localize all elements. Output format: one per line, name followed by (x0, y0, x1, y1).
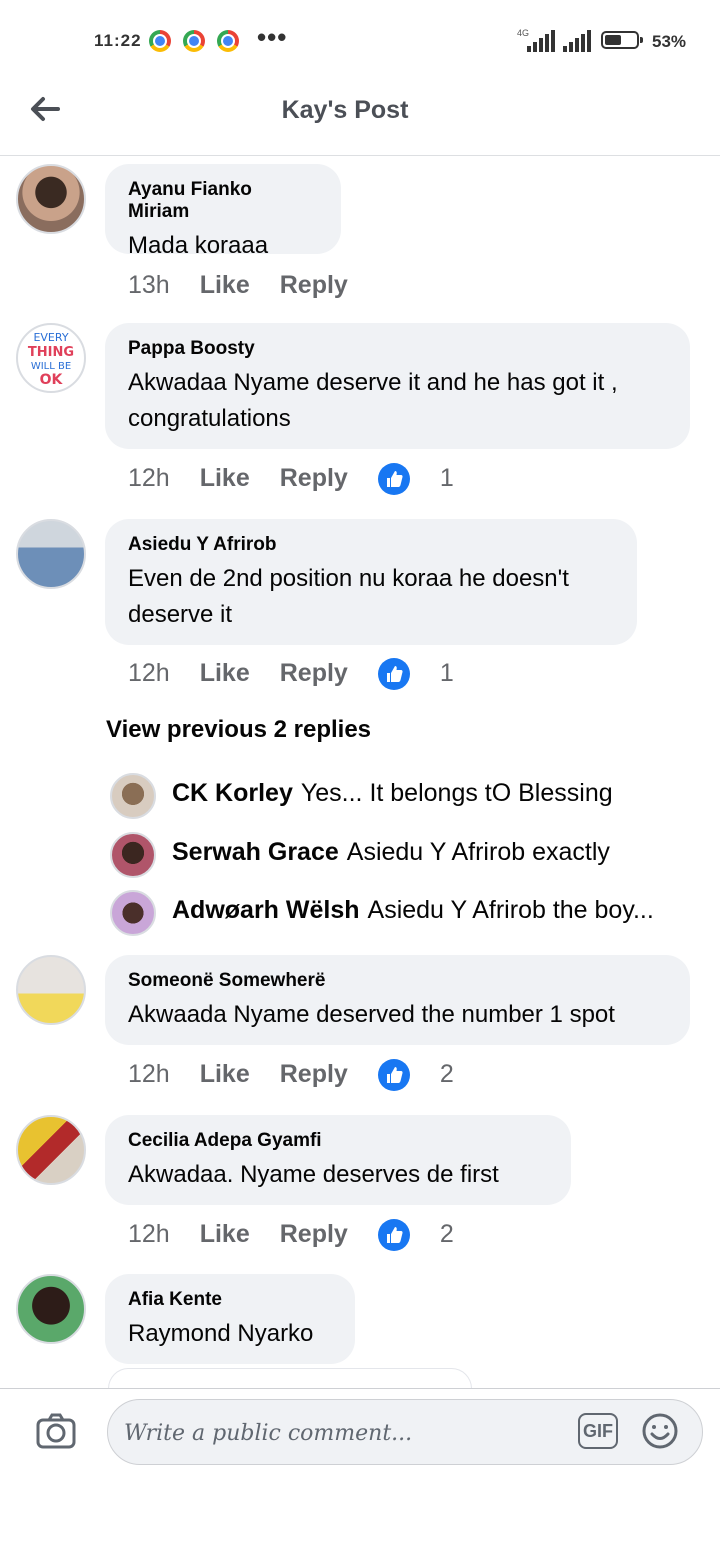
more-notifications-icon: ••• (257, 22, 288, 52)
chrome-icon (183, 30, 205, 52)
like-reaction-icon[interactable] (377, 463, 410, 496)
avatar[interactable] (16, 519, 86, 589)
like-button[interactable]: Like (200, 462, 250, 494)
comment-time: 12h (128, 464, 170, 492)
avatar[interactable] (16, 1115, 86, 1185)
comment-actions: 12h Like Reply 1 (128, 657, 484, 691)
reply-line[interactable]: Adwøarh Wëlsh Asiedu Y Afrirob the boy... (172, 896, 682, 925)
like-reaction-icon[interactable] (377, 658, 410, 691)
avatar[interactable]: EVERY THING WILL BE OK (16, 323, 86, 393)
reply-item: Adwøarh Wëlsh Asiedu Y Afrirob the boy... (0, 890, 720, 936)
comment-text: Akwadaa. Nyame deserves de first (128, 1161, 499, 1188)
battery-icon (601, 31, 643, 49)
avatar[interactable] (16, 955, 86, 1025)
comment-bubble[interactable]: Someonë Somewherë Akwaada Nyame deserved… (105, 955, 690, 1045)
comment-actions: 12h Like Reply 1 (128, 462, 484, 496)
battery-percent: 53% (652, 32, 687, 51)
like-reaction-icon[interactable] (377, 1059, 410, 1092)
reply-line[interactable]: CK Korley Yes... It belongs tO Blessing (172, 779, 682, 808)
svg-text:OK: OK (40, 372, 64, 388)
gif-icon[interactable]: GIF (578, 1413, 618, 1449)
chrome-icon (149, 30, 171, 52)
comment-text: Akwadaa Nyame deserve it and he has got … (128, 369, 618, 432)
like-button[interactable]: Like (200, 1058, 250, 1090)
reply-text: Asiedu Y Afrirob exactly (346, 838, 610, 866)
comment-time: 13h (128, 271, 170, 299)
comment-author[interactable]: Pappa Boosty (128, 338, 667, 360)
view-previous-replies-link[interactable]: View previous 2 replies (106, 716, 371, 744)
comment-bubble[interactable]: Afia Kente Raymond Nyarko (105, 1274, 355, 1364)
signal-icon (563, 30, 591, 52)
svg-text:WILL BE: WILL BE (31, 361, 71, 372)
comment-time: 12h (128, 1220, 170, 1248)
comment-bubble[interactable]: Ayanu Fianko Miriam Mada koraaa (105, 164, 341, 259)
reply-button[interactable]: Reply (280, 269, 348, 301)
avatar[interactable] (110, 890, 156, 936)
like-button[interactable]: Like (200, 657, 250, 689)
top-bar: Kay's Post (0, 80, 720, 156)
comment-author[interactable]: Someonë Somewherë (128, 970, 667, 992)
reaction-count[interactable]: 1 (440, 462, 454, 494)
comment-text: Akwaada Nyame deserved the number 1 spot (128, 1001, 615, 1028)
reaction-count[interactable]: 2 (440, 1218, 454, 1250)
reaction-count[interactable]: 1 (440, 657, 454, 689)
avatar[interactable] (110, 832, 156, 878)
comment-author[interactable]: Asiedu Y Afrirob (128, 534, 614, 556)
camera-icon[interactable] (35, 1411, 77, 1453)
reply-item: CK Korley Yes... It belongs tO Blessing (0, 773, 720, 819)
comment-bubble[interactable]: Cecilia Adepa Gyamfi Akwadaa. Nyame dese… (105, 1115, 571, 1205)
comment-actions: 13h Like Reply (128, 269, 378, 301)
reaction-count[interactable]: 2 (440, 1058, 454, 1090)
reply-author[interactable]: Serwah Grace (172, 838, 339, 866)
emoji-icon[interactable] (641, 1412, 679, 1450)
comment-author[interactable]: Cecilia Adepa Gyamfi (128, 1130, 548, 1152)
avatar[interactable] (16, 164, 86, 234)
comment-composer: GIF (0, 1388, 720, 1561)
comment-time: 12h (128, 659, 170, 687)
status-time: 11:22 (94, 31, 142, 50)
comment-text: Raymond Nyarko (128, 1320, 314, 1347)
status-bar: 11:22 ••• 4G 53% (0, 0, 720, 80)
chrome-icon (217, 30, 239, 52)
comment-actions: 12h Like Reply 2 (128, 1218, 484, 1252)
reply-text: Yes... It belongs tO Blessing (300, 779, 613, 807)
svg-text:EVERY: EVERY (33, 331, 68, 344)
comment-author[interactable]: Afia Kente (128, 1289, 332, 1311)
comment-text: Mada koraaa (128, 232, 269, 259)
comment-input[interactable] (122, 1412, 566, 1454)
like-button[interactable]: Like (200, 1218, 250, 1250)
comment-text: Even de 2nd position nu koraa he doesn't… (128, 565, 569, 628)
comment-time: 12h (128, 1060, 170, 1088)
reply-line[interactable]: Serwah Grace Asiedu Y Afrirob exactly (172, 838, 682, 867)
like-button[interactable]: Like (200, 269, 250, 301)
reply-author[interactable]: Adwøarh Wëlsh (172, 896, 360, 924)
comment-bubble[interactable]: Asiedu Y Afrirob Even de 2nd position nu… (105, 519, 637, 645)
avatar[interactable] (110, 773, 156, 819)
avatar-text-art-icon: EVERY THING WILL BE OK (28, 331, 74, 388)
comment-actions: 12h Like Reply 2 (128, 1058, 484, 1092)
comment-author[interactable]: Ayanu Fianko Miriam (128, 179, 318, 223)
reply-button[interactable]: Reply (280, 462, 348, 494)
reply-author[interactable]: CK Korley (172, 779, 293, 807)
reply-button[interactable]: Reply (280, 1058, 348, 1090)
reply-button[interactable]: Reply (280, 657, 348, 689)
comment-input-box[interactable]: GIF (107, 1399, 703, 1465)
reply-button[interactable]: Reply (280, 1218, 348, 1250)
avatar[interactable] (16, 1274, 86, 1344)
svg-text:THING: THING (28, 345, 74, 360)
signal-icon (527, 30, 555, 52)
comment-bubble[interactable]: Pappa Boosty Akwadaa Nyame deserve it an… (105, 323, 690, 449)
page-title: Kay's Post (281, 96, 409, 124)
like-reaction-icon[interactable] (377, 1219, 410, 1252)
reply-item: Serwah Grace Asiedu Y Afrirob exactly (0, 832, 720, 878)
reply-text: Asiedu Y Afrirob the boy... (367, 896, 654, 924)
